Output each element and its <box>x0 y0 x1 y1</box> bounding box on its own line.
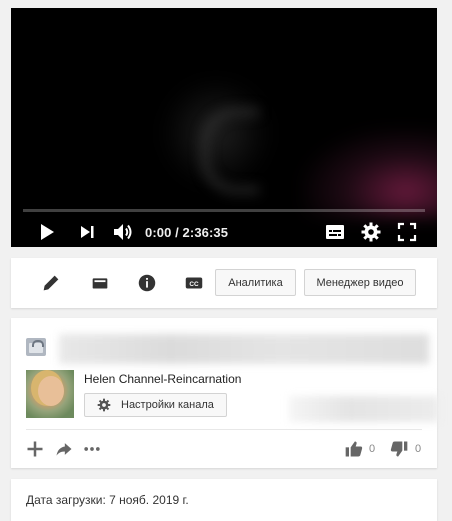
next-icon[interactable] <box>75 220 99 244</box>
subtitles-icon[interactable] <box>323 220 347 244</box>
divider <box>26 429 422 430</box>
video-info-card: Helen Channel-Reincarnation Настройки ка… <box>11 318 439 468</box>
analytics-button[interactable]: Аналитика <box>215 269 296 296</box>
pencil-icon[interactable] <box>40 272 62 294</box>
video-title-blurred <box>59 334 429 364</box>
owner-toolbar: CC Аналитика Менеджер видео <box>11 258 437 308</box>
video-frame-blur <box>201 108 259 194</box>
upload-date: Дата загрузки: 7 нояб. 2019 г. <box>26 493 189 507</box>
view-count-blurred <box>289 396 439 422</box>
volume-icon[interactable] <box>110 220 134 244</box>
avatar[interactable] <box>26 370 74 418</box>
more-icon[interactable] <box>82 439 102 459</box>
svg-text:CC: CC <box>189 281 199 288</box>
info-icon[interactable] <box>136 272 158 294</box>
add-to-icon[interactable] <box>25 439 45 459</box>
video-frame-blur <box>301 128 437 218</box>
gear-icon[interactable] <box>359 220 383 244</box>
video-manager-button[interactable]: Менеджер видео <box>304 269 416 296</box>
progress-bar[interactable] <box>23 209 425 212</box>
privacy-lock-icon <box>26 338 46 356</box>
dislike-count: 0 <box>415 443 422 455</box>
cc-icon[interactable]: CC <box>183 272 205 294</box>
time-display: 0:00 / 2:36:35 <box>145 225 229 240</box>
fullscreen-icon[interactable] <box>395 220 419 244</box>
thumbs-down-icon[interactable] <box>389 439 409 459</box>
channel-settings-button[interactable]: Настройки канала <box>84 393 227 417</box>
share-icon[interactable] <box>54 439 74 459</box>
player-controls: 0:00 / 2:36:35 <box>11 216 437 246</box>
thumbs-up-icon[interactable] <box>344 439 364 459</box>
like-count: 0 <box>369 443 376 455</box>
channel-settings-label: Настройки канала <box>121 399 214 411</box>
play-icon[interactable] <box>34 220 58 244</box>
video-player[interactable]: 0:00 / 2:36:35 <box>11 8 437 247</box>
description-card: Дата загрузки: 7 нояб. 2019 г. <box>11 479 437 521</box>
gear-icon <box>97 398 111 412</box>
card-icon[interactable] <box>89 272 111 294</box>
channel-name[interactable]: Helen Channel-Reincarnation <box>84 372 241 386</box>
